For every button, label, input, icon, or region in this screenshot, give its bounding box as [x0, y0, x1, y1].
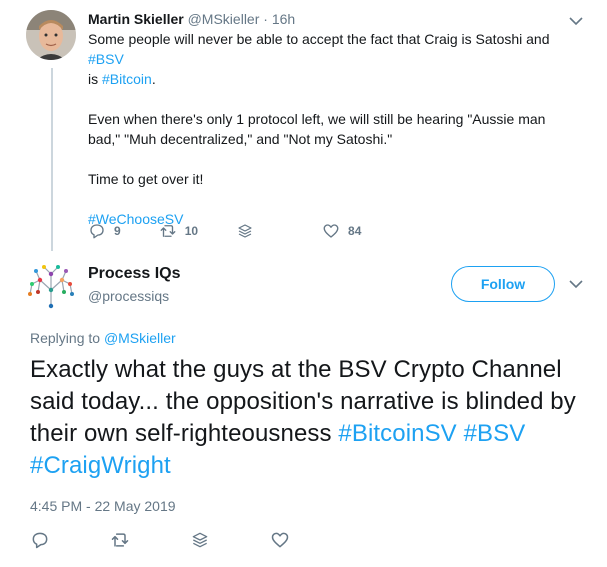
like-button[interactable]: 84 [322, 222, 361, 240]
tweet-header: Martin Skieller @MSkieller · 16h [88, 10, 295, 28]
follow-button[interactable]: Follow [451, 266, 555, 302]
tweet-paragraph: Some people will never be able to accept… [88, 29, 568, 89]
hashtag-link[interactable]: #BitcoinSV [338, 420, 456, 447]
tweet-paragraph: Time to get over it! [88, 171, 204, 187]
retweet-button[interactable] [110, 530, 130, 550]
processiqs-logo [28, 265, 74, 309]
chevron-down-icon[interactable] [569, 279, 583, 289]
author-handle[interactable]: @MSkieller [188, 11, 260, 27]
tweet-paragraph: Even when there's only 1 protocol left, … [88, 111, 546, 147]
tweet-text: Exactly what the guys at the BSV Crypto … [30, 354, 590, 482]
retweet-icon [111, 533, 129, 547]
replying-prefix: Replying to [30, 330, 104, 346]
reply-icon [90, 224, 104, 239]
mention-link[interactable]: @MSkieller [104, 330, 176, 346]
heart-icon [271, 532, 289, 548]
tweet-time[interactable]: 16h [272, 11, 295, 27]
text-segment: . [151, 71, 156, 87]
author-name[interactable]: Process IQs [88, 264, 181, 284]
author-name[interactable]: Martin Skieller [88, 11, 184, 27]
text-segment: is [88, 71, 102, 87]
tweet-text: Some people will never be able to accept… [88, 29, 568, 229]
hashtag-link[interactable]: #CraigWright [30, 452, 171, 479]
tweet-actions: 9 10 84 [88, 222, 399, 240]
thread-connector-line [51, 68, 53, 251]
replying-to: Replying to @MSkieller [30, 329, 176, 347]
retweet-button[interactable]: 10 [159, 222, 198, 240]
separator: · [263, 11, 268, 27]
stack-icon [238, 224, 252, 238]
retweet-icon [160, 225, 176, 237]
avatar[interactable] [26, 10, 76, 60]
heart-icon [323, 224, 339, 238]
tweet-timestamp[interactable]: 4:45 PM - 22 May 2019 [30, 497, 176, 515]
reply-icon [32, 532, 48, 549]
hashtag-link[interactable]: #Bitcoin [102, 71, 152, 87]
stack-icon [192, 532, 208, 548]
hashtag-link[interactable]: #BSV [464, 420, 526, 447]
like-count: 84 [348, 224, 362, 238]
share-button[interactable] [236, 222, 254, 240]
like-button[interactable] [270, 530, 290, 550]
author-handle[interactable]: @processiqs [88, 287, 169, 305]
chevron-down-icon[interactable] [569, 16, 583, 26]
retweet-count: 10 [184, 224, 199, 238]
text-segment: Some people will never be able to accept… [88, 31, 550, 47]
reply-count: 9 [114, 224, 121, 238]
tweet-actions [30, 530, 350, 550]
hashtag-link[interactable]: #BSV [88, 51, 124, 67]
avatar-photo [26, 10, 76, 60]
share-button[interactable] [190, 530, 210, 550]
reply-button[interactable]: 9 [88, 222, 121, 240]
avatar[interactable] [26, 262, 76, 312]
reply-button[interactable] [30, 530, 50, 550]
